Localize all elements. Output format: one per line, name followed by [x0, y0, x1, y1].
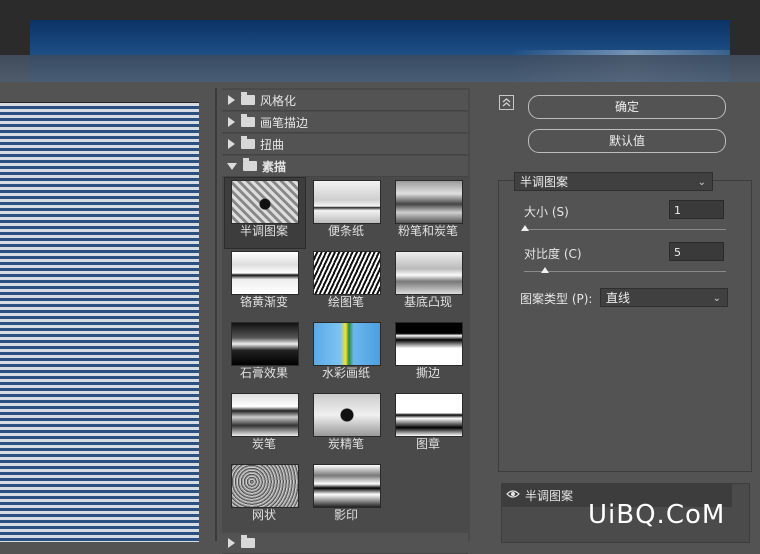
contrast-slider-handle[interactable] — [541, 267, 549, 273]
filter-thumb-water-paper[interactable] — [313, 322, 381, 366]
filter-thumb-graphic-pen[interactable] — [313, 251, 381, 295]
filter-thumb-bas-relief[interactable] — [395, 251, 463, 295]
filter-select[interactable]: 半调图案 ⌄ — [514, 172, 713, 191]
filter-thumb-stamp[interactable] — [395, 393, 463, 437]
filter-thumb-conte-crayon[interactable] — [313, 393, 381, 437]
effect-layer-label: 半调图案 — [525, 489, 574, 503]
eye-icon[interactable] — [506, 487, 520, 504]
collapse-icon — [227, 162, 237, 170]
default-button[interactable]: 默认值 — [528, 129, 726, 153]
size-label: 大小 (S) — [524, 205, 569, 219]
expand-icon — [228, 95, 235, 105]
folder-icon — [241, 92, 255, 105]
collapse-gallery-icon[interactable] — [499, 95, 514, 110]
category-stylize[interactable]: 风格化 — [222, 90, 468, 111]
filter-label: 炭精笔 — [327, 437, 364, 451]
size-slider-track[interactable] — [524, 229, 726, 230]
filter-label: 炭笔 — [251, 437, 276, 451]
filter-thumb-chalk-charcoal[interactable] — [395, 180, 463, 224]
watermark-logo: UiBQ.CoM — [588, 500, 726, 530]
filter-thumb-note-paper[interactable] — [313, 180, 381, 224]
category-sketch[interactable]: 素描 — [222, 156, 468, 177]
category-distort[interactable]: 扭曲 — [222, 134, 468, 155]
filter-thumb-photocopy[interactable] — [313, 464, 381, 508]
filter-label: 便条纸 — [327, 224, 364, 238]
filter-thumb-torn-edges[interactable] — [395, 322, 463, 366]
folder-icon — [241, 136, 255, 149]
pattern-type-select[interactable]: 直线 ⌄ — [600, 288, 728, 307]
filter-select-value: 半调图案 — [520, 175, 569, 189]
filter-label: 铬黄渐变 — [239, 295, 288, 309]
filter-label: 粉笔和炭笔 — [397, 224, 458, 238]
filter-label: 半调图案 — [239, 224, 288, 238]
filter-thumb-charcoal[interactable] — [231, 393, 299, 437]
photo-strip — [0, 55, 760, 82]
filter-label: 撕边 — [415, 366, 440, 380]
pattern-type-value: 直线 — [606, 291, 631, 305]
folder-icon — [241, 535, 255, 548]
filter-label: 石膏效果 — [239, 366, 288, 380]
category-label: 风格化 — [260, 93, 297, 108]
filter-label: 基底凸现 — [403, 295, 452, 309]
pattern-type-label: 图案类型 (P): — [520, 292, 593, 306]
size-input[interactable]: 1 — [669, 200, 724, 219]
category-label: 素描 — [262, 159, 287, 174]
filter-label: 水彩画纸 — [321, 366, 370, 380]
filter-thumb-plaster[interactable] — [231, 322, 299, 366]
size-slider-handle[interactable] — [521, 225, 529, 231]
filter-thumb-reticulation[interactable] — [231, 464, 299, 508]
contrast-label: 对比度 (C) — [524, 247, 582, 261]
folder-icon — [241, 114, 255, 127]
contrast-input[interactable]: 5 — [669, 242, 724, 261]
chevron-down-icon: ⌄ — [697, 177, 706, 188]
category-brush-strokes[interactable]: 画笔描边 — [222, 112, 468, 133]
category-label: 扭曲 — [260, 137, 285, 152]
filter-gallery: 风格化 画笔描边 扭曲 素描 半调图案 便条纸 粉笔和炭笔 铬黄渐变 绘图笔 基… — [222, 88, 470, 554]
params-panel — [498, 180, 752, 472]
category-next[interactable] — [222, 533, 468, 554]
expand-icon — [228, 117, 235, 127]
expand-icon — [228, 139, 235, 149]
preview-image[interactable] — [0, 102, 199, 542]
filter-thumb-halftone-pattern[interactable] — [231, 180, 299, 224]
ok-button[interactable]: 确定 — [528, 95, 726, 119]
category-label: 画笔描边 — [260, 115, 309, 130]
filter-thumb-chrome[interactable] — [231, 251, 299, 295]
expand-icon — [228, 538, 235, 548]
chevron-down-icon: ⌄ — [712, 293, 721, 304]
filter-label: 绘图笔 — [327, 295, 364, 309]
contrast-slider-track[interactable] — [524, 271, 726, 272]
folder-open-icon — [243, 158, 257, 171]
filter-label: 影印 — [333, 508, 358, 522]
filter-label: 图章 — [415, 437, 440, 451]
filter-label: 网状 — [251, 508, 276, 522]
